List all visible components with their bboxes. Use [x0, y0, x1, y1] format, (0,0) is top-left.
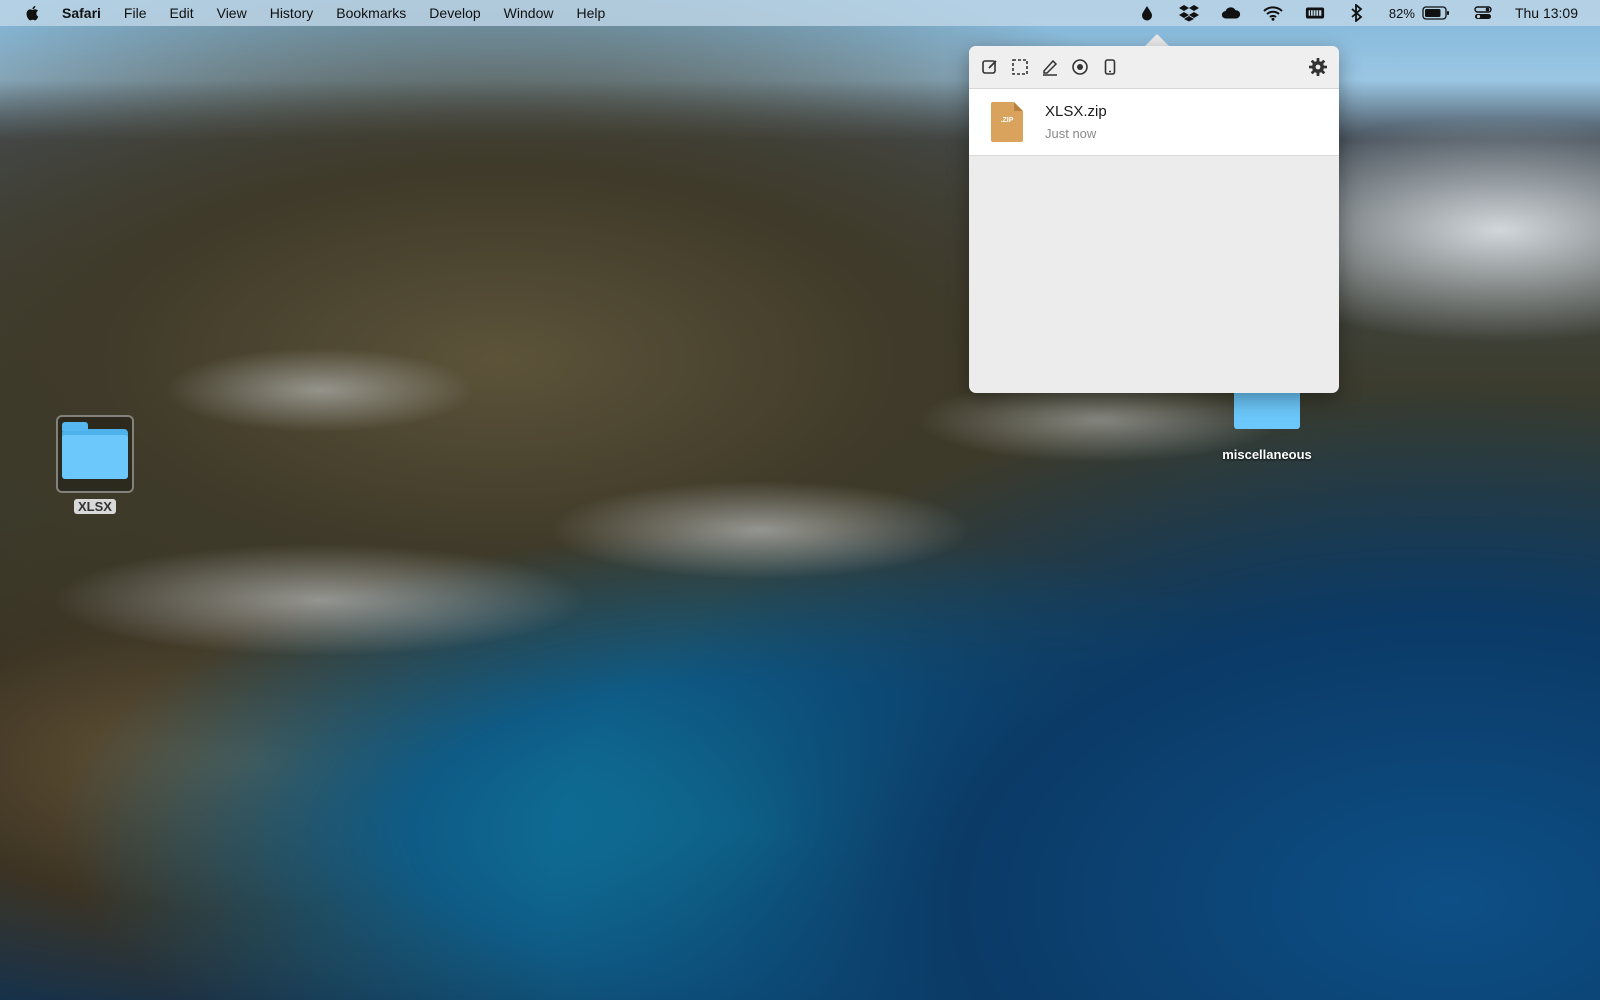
apple-icon[interactable] [24, 4, 42, 22]
folder-icon [62, 422, 128, 479]
menu-view[interactable]: View [217, 5, 247, 21]
gear-icon[interactable] [1307, 56, 1329, 78]
bluetooth-icon[interactable] [1347, 4, 1367, 22]
clock[interactable]: Thu 13:09 [1515, 5, 1578, 21]
menu-develop[interactable]: Develop [429, 5, 480, 21]
file-row[interactable]: .ZIP XLSX.zip Just now [969, 89, 1339, 156]
popover-arrow [1145, 34, 1169, 46]
menu-bookmarks[interactable]: Bookmarks [336, 5, 406, 21]
drop-icon[interactable] [1137, 4, 1157, 22]
drop-area[interactable] [969, 156, 1339, 393]
menu-history[interactable]: History [270, 5, 314, 21]
selection-icon[interactable] [1009, 56, 1031, 78]
device-icon[interactable] [1099, 56, 1121, 78]
zip-file-icon: .ZIP [991, 102, 1023, 142]
file-info: XLSX.zip Just now [1045, 103, 1107, 141]
desktop-folder-xlsx[interactable]: XLSX [55, 415, 135, 516]
menu-file[interactable]: File [124, 5, 147, 21]
menu-help[interactable]: Help [576, 5, 605, 21]
battery-percent: 82% [1388, 5, 1415, 21]
control-center-icon[interactable] [1473, 4, 1493, 22]
record-icon[interactable] [1069, 56, 1091, 78]
dropbox-icon[interactable] [1178, 4, 1199, 22]
edit-icon[interactable] [979, 56, 1001, 78]
keyboard-icon[interactable] [1305, 4, 1325, 22]
file-name: XLSX.zip [1045, 103, 1107, 120]
menu-edit[interactable]: Edit [169, 5, 193, 21]
dropzone-popover: .ZIP XLSX.zip Just now [969, 46, 1339, 393]
zip-badge: .ZIP [1000, 117, 1014, 124]
status-area: 82% Thu 13:09 [1137, 0, 1600, 26]
file-time: Just now [1045, 126, 1097, 141]
cloud-icon[interactable] [1221, 4, 1241, 22]
wifi-icon[interactable] [1263, 4, 1283, 22]
pen-icon[interactable] [1039, 56, 1061, 78]
menu-bar: Safari File Edit View History Bookmarks … [0, 0, 1600, 26]
battery-icon[interactable] [1421, 4, 1451, 22]
menu-app-name[interactable]: Safari [62, 5, 101, 21]
desktop-folder-label: XLSX [74, 499, 116, 514]
desktop-folder-label: miscellaneous [1222, 447, 1312, 462]
popover-toolbar [969, 46, 1339, 89]
folder-selection [56, 415, 134, 493]
menu-window[interactable]: Window [504, 5, 554, 21]
